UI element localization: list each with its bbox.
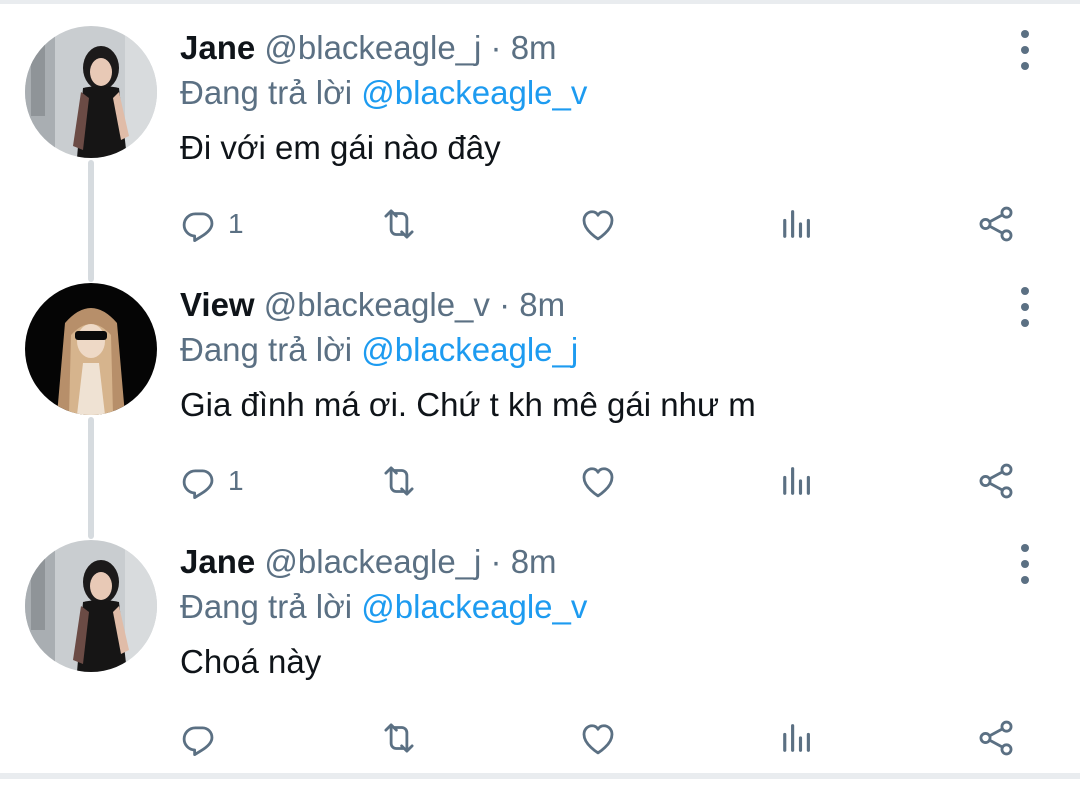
timestamp[interactable]: 8m — [511, 29, 557, 66]
timestamp[interactable]: 8m — [511, 543, 557, 580]
analytics-button[interactable] — [776, 451, 818, 511]
tweet[interactable]: View @blackeagle_v · 8m Đang trả lời @bl… — [0, 283, 1080, 540]
more-vertical-icon[interactable] — [1015, 544, 1035, 584]
share-button[interactable] — [975, 708, 1017, 768]
reply-button[interactable]: 1 — [178, 194, 244, 254]
tweet-text: Đi với em gái nào đây — [180, 129, 501, 166]
share-icon — [979, 720, 1013, 756]
like-button[interactable] — [577, 451, 627, 511]
retweet-button[interactable] — [378, 194, 428, 254]
more-vertical-icon[interactable] — [1015, 287, 1035, 327]
tweet-header: View @blackeagle_v · 8m — [180, 282, 1050, 328]
heart-icon — [582, 210, 614, 241]
tweet-content: Jane @blackeagle_j · 8m Đang trả lời @bl… — [180, 540, 1050, 683]
replying-label: Đang trả lời — [180, 74, 353, 111]
tweet[interactable]: Jane @blackeagle_j · 8m Đang trả lời @bl… — [0, 26, 1080, 283]
tweet-thread: Jane @blackeagle_j · 8m Đang trả lời @bl… — [0, 0, 1080, 779]
tweet-actions: 1 — [0, 194, 1080, 254]
reply-icon — [182, 726, 214, 757]
avatar[interactable] — [25, 283, 157, 415]
share-button[interactable] — [975, 194, 1017, 254]
retweet-icon — [384, 723, 414, 753]
reply-icon — [182, 212, 214, 243]
replying-label: Đang trả lời — [180, 588, 353, 625]
separator-dot: · — [499, 286, 511, 323]
more-vertical-icon[interactable] — [1015, 30, 1035, 70]
tweet-text: Choá này — [180, 643, 322, 680]
avatar-image — [25, 283, 157, 415]
analytics-button[interactable] — [776, 708, 818, 768]
retweet-icon — [384, 466, 414, 496]
share-icon — [979, 206, 1013, 242]
heart-icon — [582, 467, 614, 498]
display-name[interactable]: View — [180, 286, 255, 323]
replying-to: Đang trả lời @blackeagle_v — [180, 585, 1050, 629]
tweet-content: View @blackeagle_v · 8m Đang trả lời @bl… — [180, 283, 1050, 426]
separator-dot: · — [490, 29, 502, 66]
avatar-image — [25, 540, 157, 672]
reply-count: 1 — [228, 208, 244, 239]
like-button[interactable] — [577, 708, 627, 768]
tweet-actions — [0, 708, 1080, 768]
display-name[interactable]: Jane — [180, 543, 255, 580]
tweet-actions: 1 — [0, 451, 1080, 511]
analytics-icon — [783, 724, 810, 752]
user-handle[interactable]: @blackeagle_j — [264, 29, 481, 66]
avatar[interactable] — [25, 26, 157, 158]
tweet-text: Gia đình má ơi. Chứ t kh mê gái như m — [180, 386, 756, 423]
analytics-icon — [783, 210, 810, 238]
tweet[interactable]: Jane @blackeagle_j · 8m Đang trả lời @bl… — [0, 540, 1080, 797]
retweet-icon — [384, 209, 414, 239]
replying-label: Đang trả lời — [180, 331, 353, 368]
separator-dot: · — [490, 543, 502, 580]
user-handle[interactable]: @blackeagle_v — [264, 286, 490, 323]
display-name[interactable]: Jane — [180, 29, 255, 66]
user-handle[interactable]: @blackeagle_j — [264, 543, 481, 580]
analytics-icon — [783, 467, 810, 495]
share-button[interactable] — [975, 451, 1017, 511]
like-button[interactable] — [577, 194, 627, 254]
reply-button[interactable]: 1 — [178, 451, 244, 511]
avatar-image — [25, 26, 157, 158]
replying-to: Đang trả lời @blackeagle_j — [180, 328, 1050, 372]
reply-button[interactable] — [178, 708, 228, 768]
mention-link[interactable]: @blackeagle_v — [361, 74, 587, 111]
retweet-button[interactable] — [378, 451, 428, 511]
timestamp[interactable]: 8m — [519, 286, 565, 323]
mention-link[interactable]: @blackeagle_j — [361, 331, 578, 368]
mention-link[interactable]: @blackeagle_v — [361, 588, 587, 625]
avatar[interactable] — [25, 540, 157, 672]
heart-icon — [582, 724, 614, 755]
retweet-button[interactable] — [378, 708, 428, 768]
analytics-button[interactable] — [776, 194, 818, 254]
tweet-content: Jane @blackeagle_j · 8m Đang trả lời @bl… — [180, 26, 1050, 169]
tweet-header: Jane @blackeagle_j · 8m — [180, 25, 1050, 71]
reply-icon — [182, 469, 214, 500]
reply-count: 1 — [228, 465, 244, 496]
share-icon — [979, 463, 1013, 499]
replying-to: Đang trả lời @blackeagle_v — [180, 71, 1050, 115]
bottom-divider — [0, 773, 1080, 779]
tweet-header: Jane @blackeagle_j · 8m — [180, 539, 1050, 585]
